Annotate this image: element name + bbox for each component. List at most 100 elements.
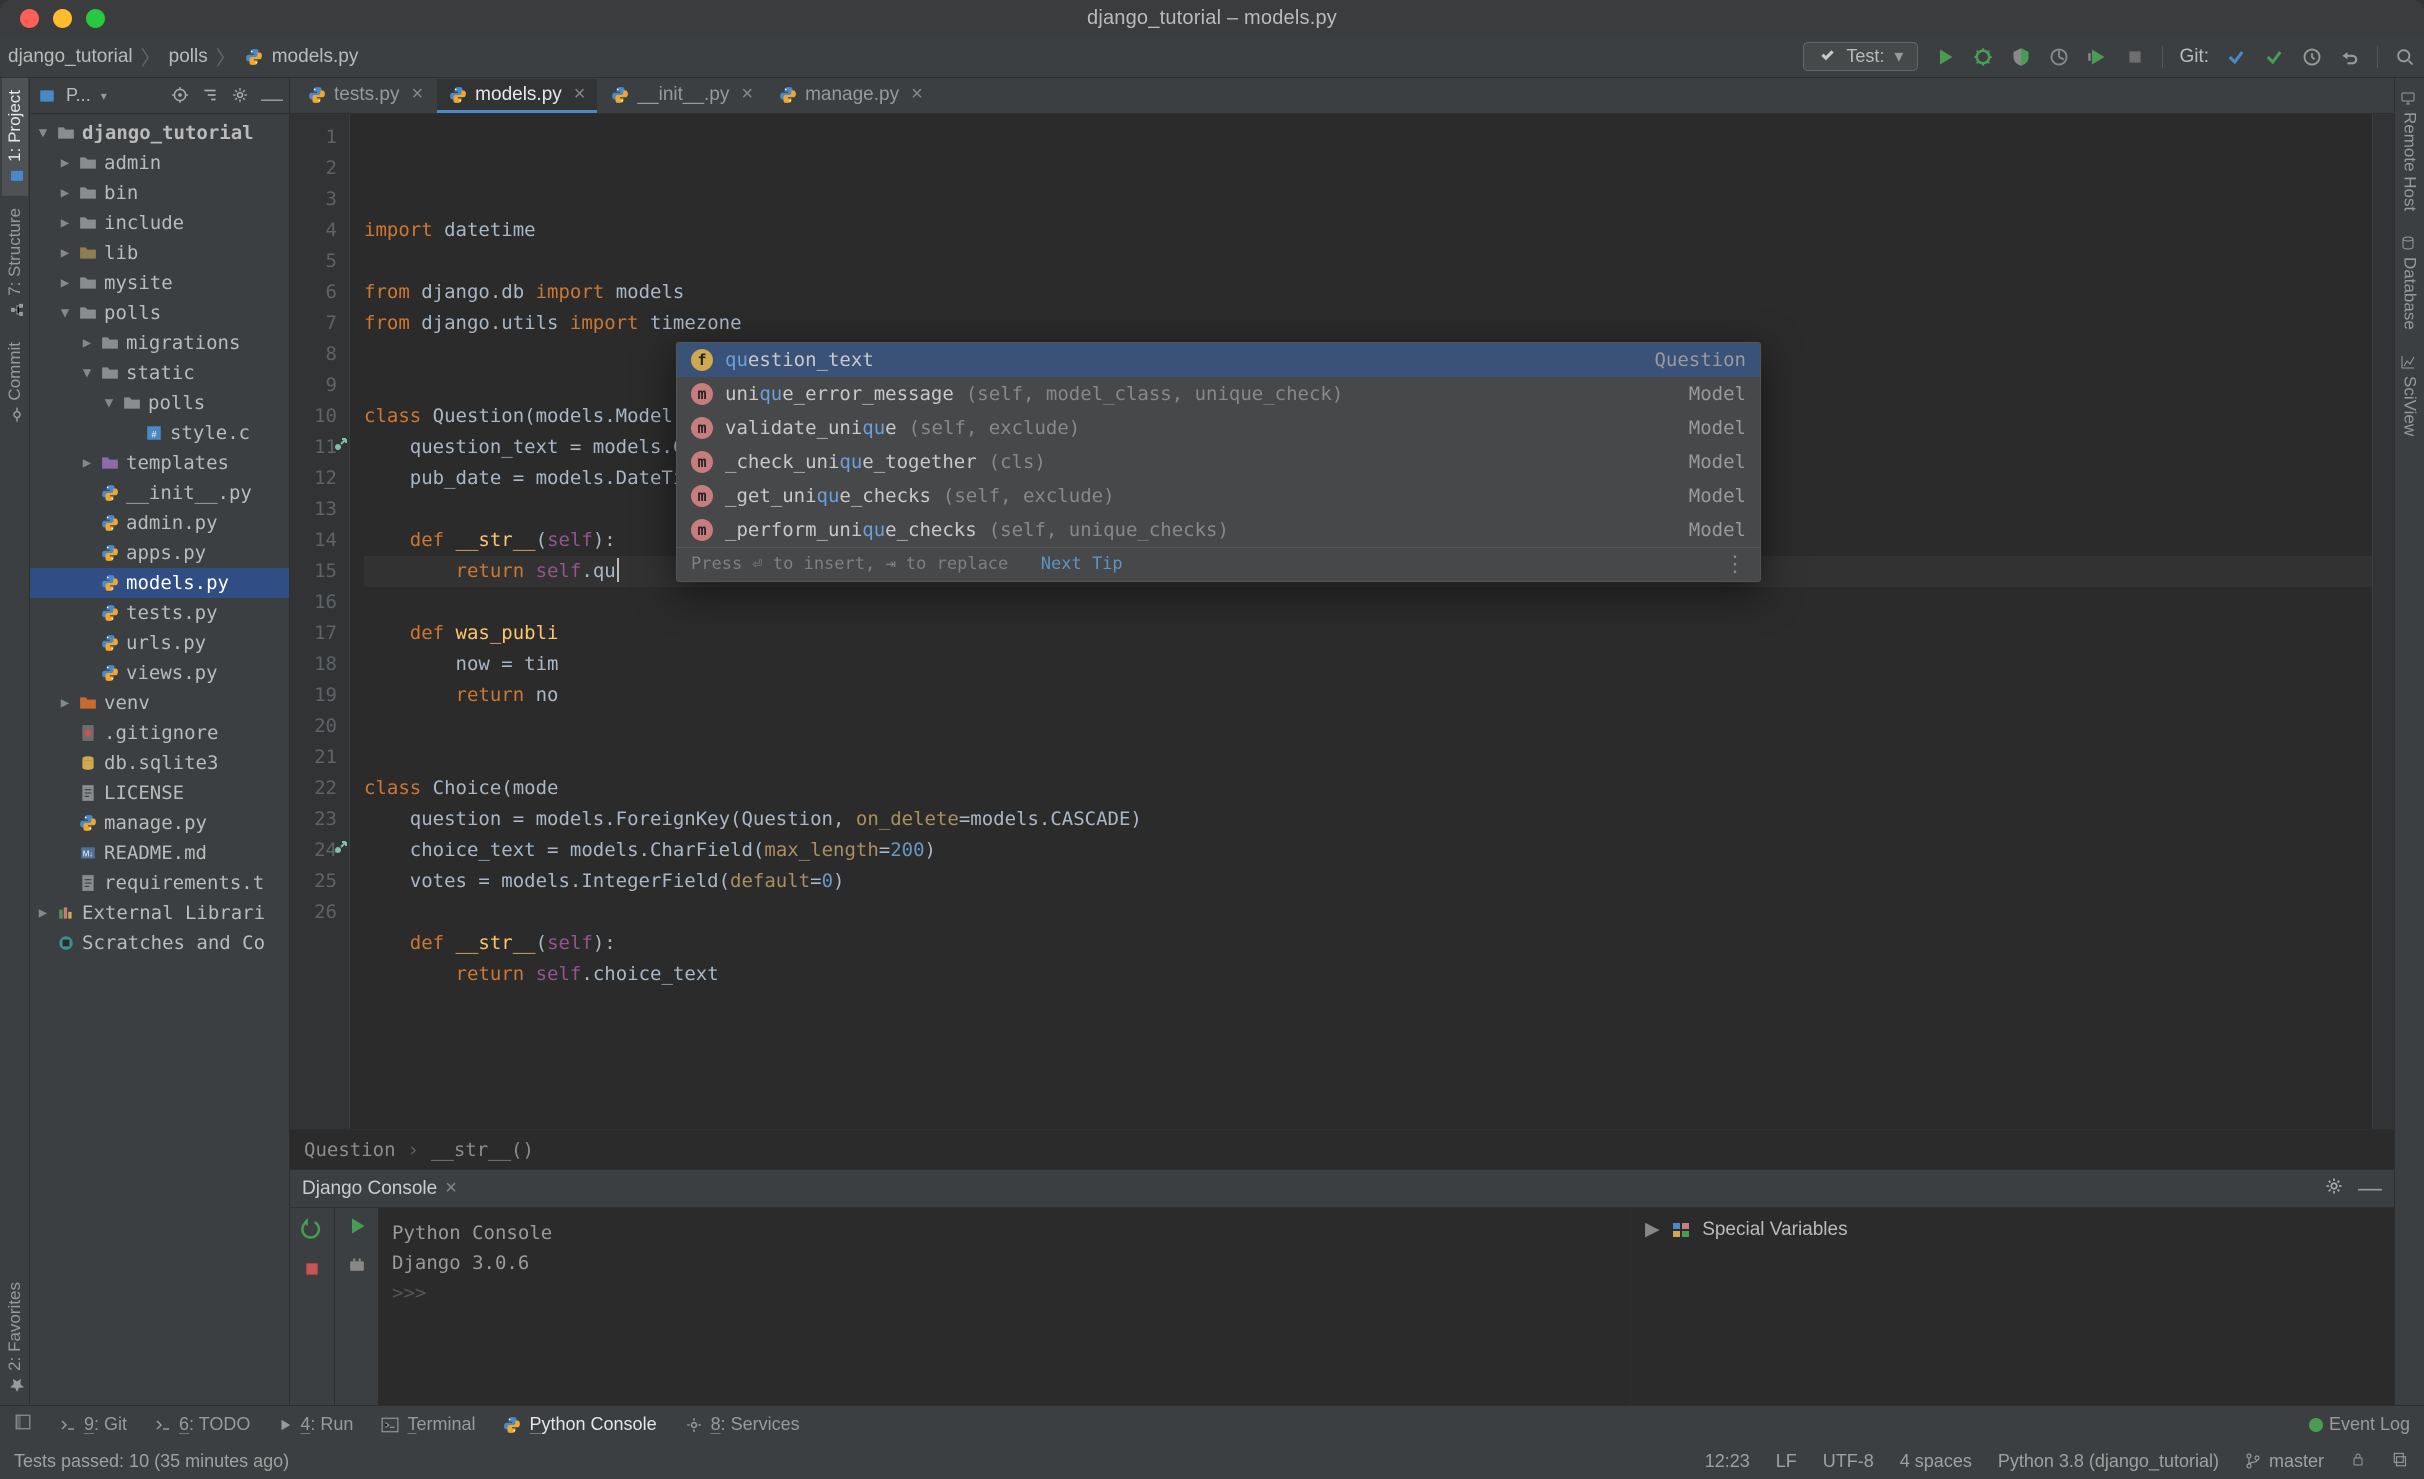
editor-tab[interactable]: tests.py× [296,79,435,113]
status-clock[interactable]: 12:23 [1705,1451,1750,1472]
minimize-window-button[interactable] [53,9,72,28]
git-rollback-button[interactable] [2339,46,2361,68]
tree-row[interactable]: __init__.py [30,478,289,508]
settings-gear-button[interactable] [231,86,251,106]
console-variables[interactable]: ▶ Special Variables [1630,1208,2394,1405]
console-output[interactable]: Python Console Django 3.0.6 >>> [378,1208,1630,1405]
tree-row[interactable]: mysite [30,268,289,298]
autocomplete-item[interactable]: munique_error_message(self, model_class,… [677,377,1760,411]
tree-row[interactable]: include [30,208,289,238]
status-line-ending[interactable]: LF [1776,1451,1797,1472]
tree-row[interactable]: polls [30,388,289,418]
close-tab-icon[interactable]: × [911,83,923,106]
code-line[interactable]: class Choice(mode [364,773,2372,804]
status-git-branch[interactable]: master [2245,1451,2324,1472]
event-log-button[interactable]: Event Log [2309,1414,2410,1435]
execute-button[interactable] [347,1216,367,1239]
gutter-line[interactable]: 3 [290,184,337,215]
gutter-line[interactable]: 13 [290,494,337,525]
tree-row[interactable]: urls.py [30,628,289,658]
code-line[interactable]: return self.choice_text [364,959,2372,990]
gutter-line[interactable]: 14 [290,525,337,556]
toolwindow-tab[interactable]: 9: Git [60,1414,127,1435]
sidebar-title[interactable]: P... [66,85,91,106]
breadcrumb[interactable]: django_tutorial 〉 polls 〉 models.py [8,42,358,71]
code-line[interactable] [364,587,2372,618]
tree-caret-icon[interactable] [80,328,94,358]
zoom-window-button[interactable] [86,9,105,28]
tree-row[interactable]: External Librari [30,898,289,928]
project-tree[interactable]: django_tutorialadminbinincludelibmysitep… [30,114,289,1405]
code-line[interactable]: now = tim [364,649,2372,680]
tree-row[interactable]: db.sqlite3 [30,748,289,778]
remote-host-tool-tab[interactable]: Remote Host [2397,78,2423,223]
profile-button[interactable] [2048,46,2070,68]
gutter-line[interactable]: 1 [290,122,337,153]
rerun-button[interactable] [299,1216,325,1242]
tree-row[interactable]: venv [30,688,289,718]
tree-row[interactable]: requirements.t [30,868,289,898]
gutter-line[interactable]: 2 [290,153,337,184]
tree-caret-icon[interactable] [58,148,72,178]
code-breadcrumb-seg[interactable]: Question [304,1139,396,1161]
tree-caret-icon[interactable] [58,238,72,268]
close-tab-icon[interactable]: × [741,83,753,106]
code-breadcrumb[interactable]: Question › __str__() [290,1129,2394,1169]
tree-row[interactable]: #style.c [30,418,289,448]
override-marker-icon[interactable] [333,432,349,463]
breadcrumb-seg[interactable]: django_tutorial [8,46,133,68]
gutter-line[interactable]: 10 [290,401,337,432]
lock-icon[interactable] [2350,1451,2366,1472]
debug-button[interactable] [1972,46,1994,68]
tree-caret-icon[interactable] [58,298,72,328]
tool-square-icon[interactable] [14,1413,32,1436]
expand-all-button[interactable] [201,86,221,106]
database-tool-tab[interactable]: Database [2397,223,2423,342]
project-tool-tab[interactable]: 1: Project [2,78,28,196]
tree-row-selected[interactable]: models.py [30,568,289,598]
git-commit-button[interactable] [2263,46,2285,68]
tree-row[interactable]: lib [30,238,289,268]
attach-debugger-button[interactable] [346,1253,368,1278]
tree-row[interactable]: manage.py [30,808,289,838]
editor-tab[interactable]: manage.py× [767,79,935,113]
toolwindow-tab[interactable]: 6: TODO [155,1414,250,1435]
code-breadcrumb-seg[interactable]: __str__() [431,1139,534,1161]
git-update-button[interactable] [2225,46,2247,68]
hide-panel-button[interactable]: — [261,86,281,106]
code-line[interactable] [364,990,2372,1021]
tree-caret-icon[interactable] [80,358,94,388]
gutter-line[interactable]: 17 [290,618,337,649]
special-variables-label[interactable]: Special Variables [1702,1219,1847,1240]
autocomplete-item[interactable]: m_perform_unique_checks(self, unique_che… [677,513,1760,547]
autocomplete-item[interactable]: mvalidate_unique(self, exclude)Model [677,411,1760,445]
code-line[interactable]: from django.db import models [364,277,2372,308]
code-editor[interactable]: import datetime from django.db import mo… [350,114,2372,1129]
gutter-line[interactable]: 25 [290,866,337,897]
favorites-tool-tab[interactable]: 2: Favorites [2,1270,28,1405]
gutter-line[interactable]: 19 [290,680,337,711]
stop-button[interactable] [299,1256,325,1282]
tree-row[interactable]: .gitignore [30,718,289,748]
tree-row[interactable]: tests.py [30,598,289,628]
run-button[interactable] [1934,46,1956,68]
gutter-line[interactable]: 26 [290,897,337,928]
gutter-line[interactable]: 16 [290,587,337,618]
tree-row[interactable]: Scratches and Co [30,928,289,958]
tree-caret-icon[interactable] [80,448,94,478]
toolwindow-tab[interactable]: 8: Services [685,1414,800,1435]
tree-row[interactable]: bin [30,178,289,208]
gutter-line[interactable]: 24 [290,835,337,866]
autocomplete-item[interactable]: fquestion_textQuestion [677,343,1760,377]
tree-caret-icon[interactable] [102,388,116,418]
tree-row[interactable]: M↓README.md [30,838,289,868]
tree-row[interactable]: polls [30,298,289,328]
locate-file-button[interactable] [171,86,191,106]
code-line[interactable]: import datetime [364,215,2372,246]
tree-caret-icon[interactable] [58,178,72,208]
git-history-button[interactable] [2301,46,2323,68]
code-line[interactable]: question = models.ForeignKey(Question, o… [364,804,2372,835]
code-line[interactable]: def __str__(self): [364,928,2372,959]
tree-caret-icon[interactable] [58,688,72,718]
override-marker-icon[interactable] [333,835,349,866]
